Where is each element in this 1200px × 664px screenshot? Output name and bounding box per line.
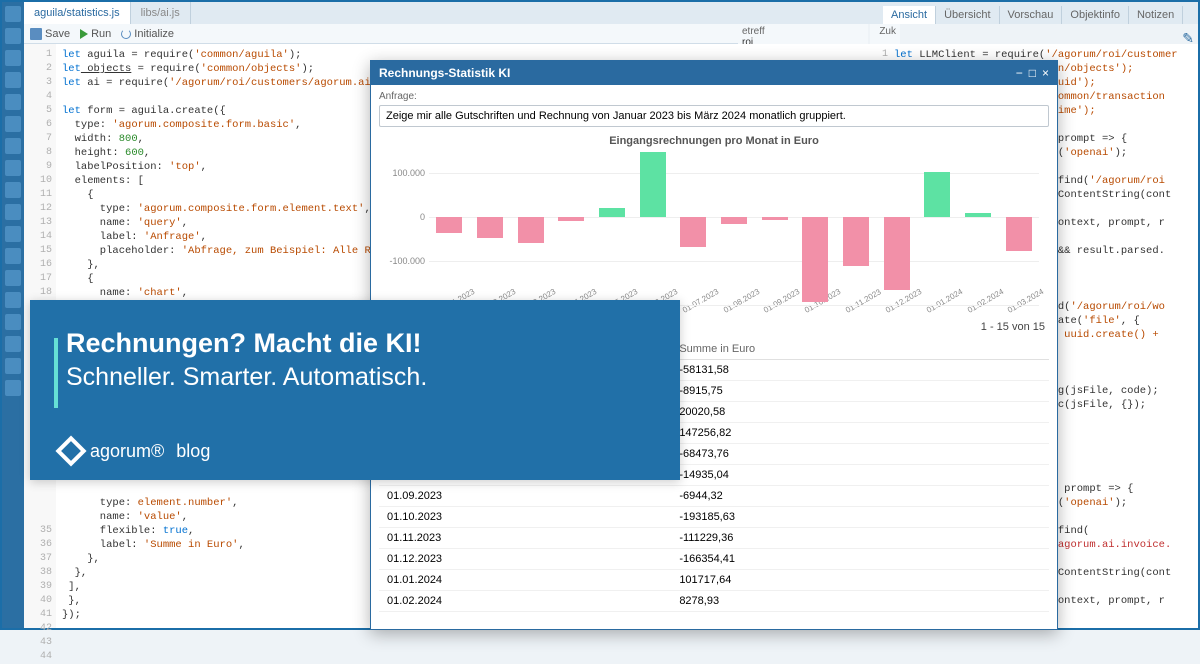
query-label: Anfrage: <box>379 91 1049 102</box>
rail-icon[interactable] <box>5 204 21 220</box>
initialize-button[interactable]: Initialize <box>121 28 174 40</box>
cell-sum: -193185,63 <box>671 507 1049 528</box>
cell-sum: -58131,58 <box>671 360 1049 381</box>
table-row[interactable]: 01.01.2024101717,64 <box>379 570 1049 591</box>
agorum-logo-icon <box>55 435 86 466</box>
cell-date: 01.02.2024 <box>379 591 671 612</box>
chart-bar[interactable] <box>1006 217 1032 251</box>
cell-sum: 101717,64 <box>671 570 1049 591</box>
cell-date: 01.09.2023 <box>379 486 671 507</box>
cell-sum: 147256,82 <box>671 423 1049 444</box>
chart-bar[interactable] <box>721 217 747 224</box>
rail-icon[interactable] <box>5 116 21 132</box>
editor-toolbar: Save Run Initialize <box>24 24 768 44</box>
x-tick: 01.08.2023 <box>722 282 770 315</box>
chart-bar[interactable] <box>477 217 503 238</box>
cell-sum: -111229,36 <box>671 528 1049 549</box>
cell-sum: -8915,75 <box>671 381 1049 402</box>
tab-vorschau[interactable]: Vorschau <box>1000 6 1063 24</box>
modal-titlebar[interactable]: Rechnungs-Statistik KI − □ × <box>371 61 1057 85</box>
play-icon <box>80 29 88 39</box>
y-tick: 0 <box>379 212 425 222</box>
promo-banner: Rechnungen? Macht die KI! Schneller. Sma… <box>30 300 680 480</box>
rail-icon[interactable] <box>5 50 21 66</box>
chart-bar[interactable] <box>802 217 828 302</box>
tab-uebersicht[interactable]: Übersicht <box>936 6 999 24</box>
x-tick: 01.02.2024 <box>966 282 1014 315</box>
chart-bar[interactable] <box>680 217 706 247</box>
cell-date: 01.01.2024 <box>379 570 671 591</box>
chart-bar[interactable] <box>599 208 625 217</box>
banner-subline: Schneller. Smarter. Automatisch. <box>66 363 648 392</box>
table-row[interactable]: 01.02.20248278,93 <box>379 591 1049 612</box>
chart-bar[interactable] <box>843 217 869 266</box>
query-input[interactable] <box>379 105 1049 127</box>
tab-ai-js[interactable]: libs/ai.js <box>131 2 191 24</box>
rail-icon[interactable] <box>5 182 21 198</box>
cell-sum: -166354,41 <box>671 549 1049 570</box>
chart-bar[interactable] <box>884 217 910 290</box>
cell-sum: 8278,93 <box>671 591 1049 612</box>
y-tick: 100.000 <box>379 168 425 178</box>
banner-headline: Rechnungen? Macht die KI! <box>66 328 648 359</box>
cell-sum: -14935,04 <box>671 465 1049 486</box>
close-icon[interactable]: × <box>1042 66 1049 80</box>
rail-icon[interactable] <box>5 138 21 154</box>
rail-icon[interactable] <box>5 226 21 242</box>
table-header-sum[interactable]: Summe in Euro <box>671 339 1049 360</box>
cell-sum: -68473,76 <box>671 444 1049 465</box>
chart-bar[interactable] <box>558 217 584 221</box>
rail-icon[interactable] <box>5 292 21 308</box>
rail-icon[interactable] <box>5 336 21 352</box>
cell-sum: 20020,58 <box>671 402 1049 423</box>
table-row[interactable]: 01.11.2023-111229,36 <box>379 528 1049 549</box>
rail-icon[interactable] <box>5 28 21 44</box>
x-tick: 01.03.2024 <box>1006 282 1054 315</box>
banner-logo: agorum® blog <box>60 440 210 462</box>
rail-icon[interactable] <box>5 72 21 88</box>
chart-bar[interactable] <box>924 172 950 217</box>
table-row[interactable]: 01.09.2023-6944,32 <box>379 486 1049 507</box>
chart-area: Eingangsrechnungen pro Monat in Euro 01.… <box>379 135 1049 315</box>
rail-icon[interactable] <box>5 270 21 286</box>
chart-bar[interactable] <box>762 217 788 220</box>
right-panel-tabs: Ansicht Übersicht Vorschau Objektinfo No… <box>883 2 1198 24</box>
chart-bar[interactable] <box>518 217 544 243</box>
rail-icon[interactable] <box>5 314 21 330</box>
x-tick: 01.01.2024 <box>925 282 973 315</box>
cell-date: 01.11.2023 <box>379 528 671 549</box>
cell-date: 01.12.2023 <box>379 549 671 570</box>
x-tick: 01.07.2023 <box>681 282 729 315</box>
table-row[interactable]: 01.12.2023-166354,41 <box>379 549 1049 570</box>
chart-bar[interactable] <box>965 213 991 217</box>
refresh-icon <box>121 29 131 39</box>
left-icon-rail <box>2 2 24 628</box>
cell-sum: -6944,32 <box>671 486 1049 507</box>
run-button[interactable]: Run <box>80 28 111 40</box>
minimize-icon[interactable]: − <box>1016 66 1023 80</box>
tab-ansicht[interactable]: Ansicht <box>883 6 936 24</box>
rail-icon[interactable] <box>5 248 21 264</box>
chart-bar[interactable] <box>640 152 666 217</box>
save-button[interactable]: Save <box>30 28 70 40</box>
rail-icon[interactable] <box>5 380 21 396</box>
tab-objektinfo[interactable]: Objektinfo <box>1062 6 1129 24</box>
table-row[interactable]: 01.10.2023-193185,63 <box>379 507 1049 528</box>
save-icon <box>30 28 42 40</box>
chart-bar[interactable] <box>436 217 462 233</box>
maximize-icon[interactable]: □ <box>1029 66 1036 80</box>
rail-icon[interactable] <box>5 94 21 110</box>
accent-bar <box>54 338 58 408</box>
chart-title: Eingangsrechnungen pro Monat in Euro <box>379 135 1049 147</box>
tab-statistics-js[interactable]: aguila/statistics.js <box>24 2 131 24</box>
rail-icon[interactable] <box>5 160 21 176</box>
rail-icon[interactable] <box>5 358 21 374</box>
modal-title-text: Rechnungs-Statistik KI <box>379 66 510 80</box>
chart-plot: 01.01.202301.02.202301.03.202301.04.2023… <box>429 151 1039 306</box>
rail-icon[interactable] <box>5 6 21 22</box>
tab-notizen[interactable]: Notizen <box>1129 6 1183 24</box>
y-tick: -100.000 <box>379 256 425 266</box>
cell-date: 01.10.2023 <box>379 507 671 528</box>
